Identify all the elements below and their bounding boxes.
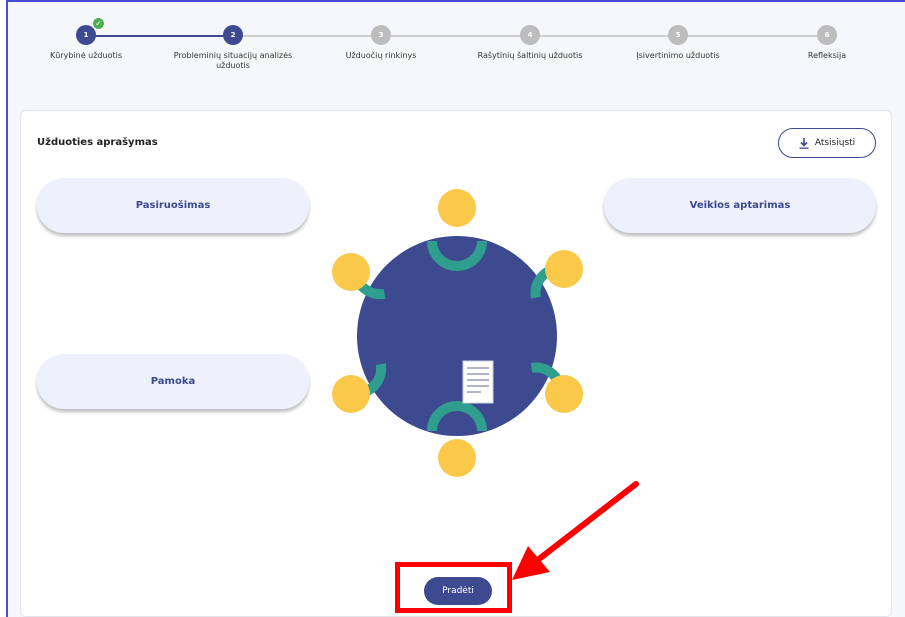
- download-label: Atsisiųsti: [814, 138, 856, 148]
- step-5-number: 5: [668, 25, 688, 45]
- step-4-number: 4: [520, 25, 540, 45]
- step-1-number: 1 ✓: [76, 17, 105, 45]
- step-2[interactable]: 2 Probleminių situacijų analizės užduoti…: [158, 25, 308, 71]
- step-6-number: 6: [817, 25, 837, 45]
- preparation-pill[interactable]: Pasiruošimas: [37, 178, 309, 233]
- step-2-number: 2: [223, 25, 243, 45]
- progress-stepper: 1 ✓ Kūrybinė užduotis 2 Probleminių situ…: [0, 0, 905, 100]
- step-6-label: Refleksija: [807, 51, 847, 60]
- step-1-label: Kūrybinė užduotis: [49, 51, 122, 60]
- step-4-label: Rašytinių šaltinių užduotis: [477, 51, 583, 60]
- person-upper-left: [332, 253, 386, 300]
- step-5-label: Įsivertinimo užduotis: [636, 51, 720, 60]
- highlight-box: [395, 562, 512, 613]
- person-lower-left: [332, 363, 387, 413]
- step-1[interactable]: 1 ✓ Kūrybinė užduotis: [11, 17, 161, 61]
- round-table-illustration: [332, 189, 583, 477]
- person-upper-right: [530, 250, 583, 299]
- lesson-pill[interactable]: Pamoka: [37, 354, 309, 409]
- step-6[interactable]: 6 Refleksija: [752, 25, 902, 61]
- step-5[interactable]: 5 Įsivertinimo užduotis: [603, 25, 753, 61]
- step-4[interactable]: 4 Rašytinių šaltinių užduotis: [455, 25, 605, 61]
- download-button[interactable]: Atsisiųsti: [778, 128, 876, 158]
- red-arrow-icon: [512, 481, 639, 580]
- step-2-label: Probleminių situacijų analizės užduotis: [173, 51, 293, 70]
- step-3[interactable]: 3 Užduočių rinkinys: [306, 25, 456, 61]
- step-3-number: 3: [371, 25, 391, 45]
- review-pill[interactable]: Veiklos aptarimas: [604, 178, 876, 233]
- step-3-label: Užduočių rinkinys: [345, 51, 417, 60]
- download-icon: [799, 137, 809, 149]
- document-icon: [462, 360, 494, 404]
- card-title: Užduoties aprašymas: [37, 137, 158, 148]
- task-description-card: Užduoties aprašymas Atsisiųsti Pasiruoši…: [20, 110, 892, 617]
- checkmark-icon: ✓: [92, 17, 105, 30]
